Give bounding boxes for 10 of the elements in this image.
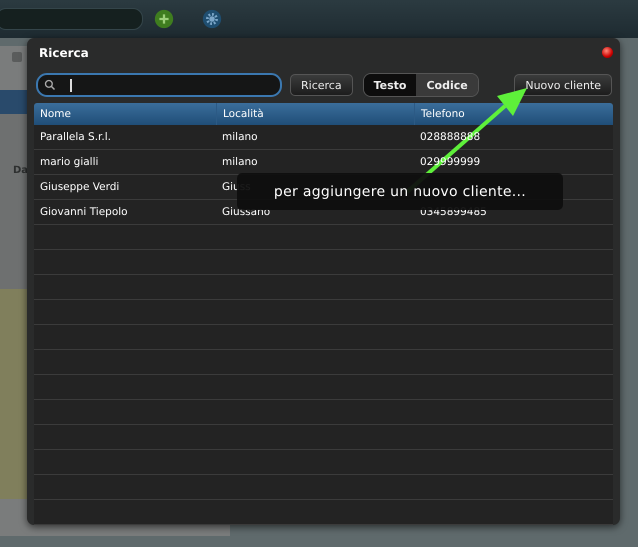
table-cell: mario gialli [40,156,98,168]
table-cell: milano [222,156,258,168]
table-cell: Giussano [222,206,270,218]
table-cell: milano [222,131,258,143]
table-cell: 0345899485 [420,206,487,218]
table-cell: Parallela S.r.l. [40,131,111,143]
table-cell: Giuseppe Verdi [40,181,120,193]
dialog-title: Ricerca [38,46,89,60]
table-cell: Giovanni Tiepolo [40,206,128,218]
column-header: Da [13,165,28,176]
